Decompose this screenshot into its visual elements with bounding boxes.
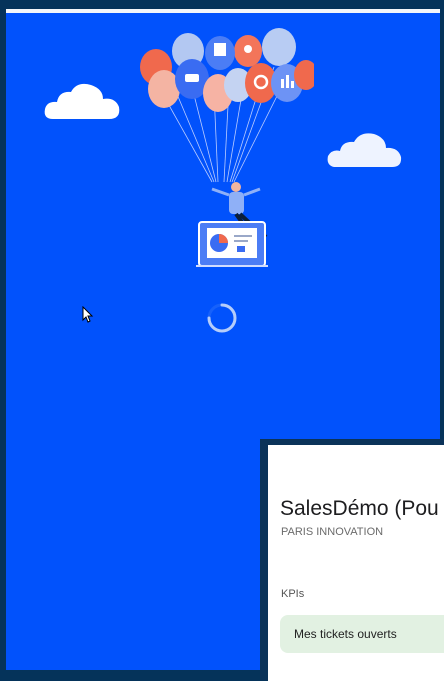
status-bar	[6, 9, 440, 13]
cloud-right-icon	[327, 133, 402, 167]
balloon-illustration	[140, 28, 314, 267]
app-card: SalesDémo (Pou PARIS INNOVATION KPIs Mes…	[268, 445, 444, 681]
mouse-cursor-icon	[82, 306, 94, 323]
app-subtitle: PARIS INNOVATION	[281, 526, 384, 538]
app-title: SalesDémo (Pou	[280, 497, 439, 520]
loading-spinner-icon	[207, 303, 237, 333]
cloud-left-icon	[44, 83, 120, 119]
app-window: SalesDémo (Pou PARIS INNOVATION KPIs Mes…	[260, 439, 444, 681]
open-tickets-label: Mes tickets ouverts	[294, 627, 397, 641]
open-tickets-kpi-button[interactable]: Mes tickets ouverts	[280, 615, 444, 653]
kpi-section-label: KPIs	[281, 588, 305, 600]
